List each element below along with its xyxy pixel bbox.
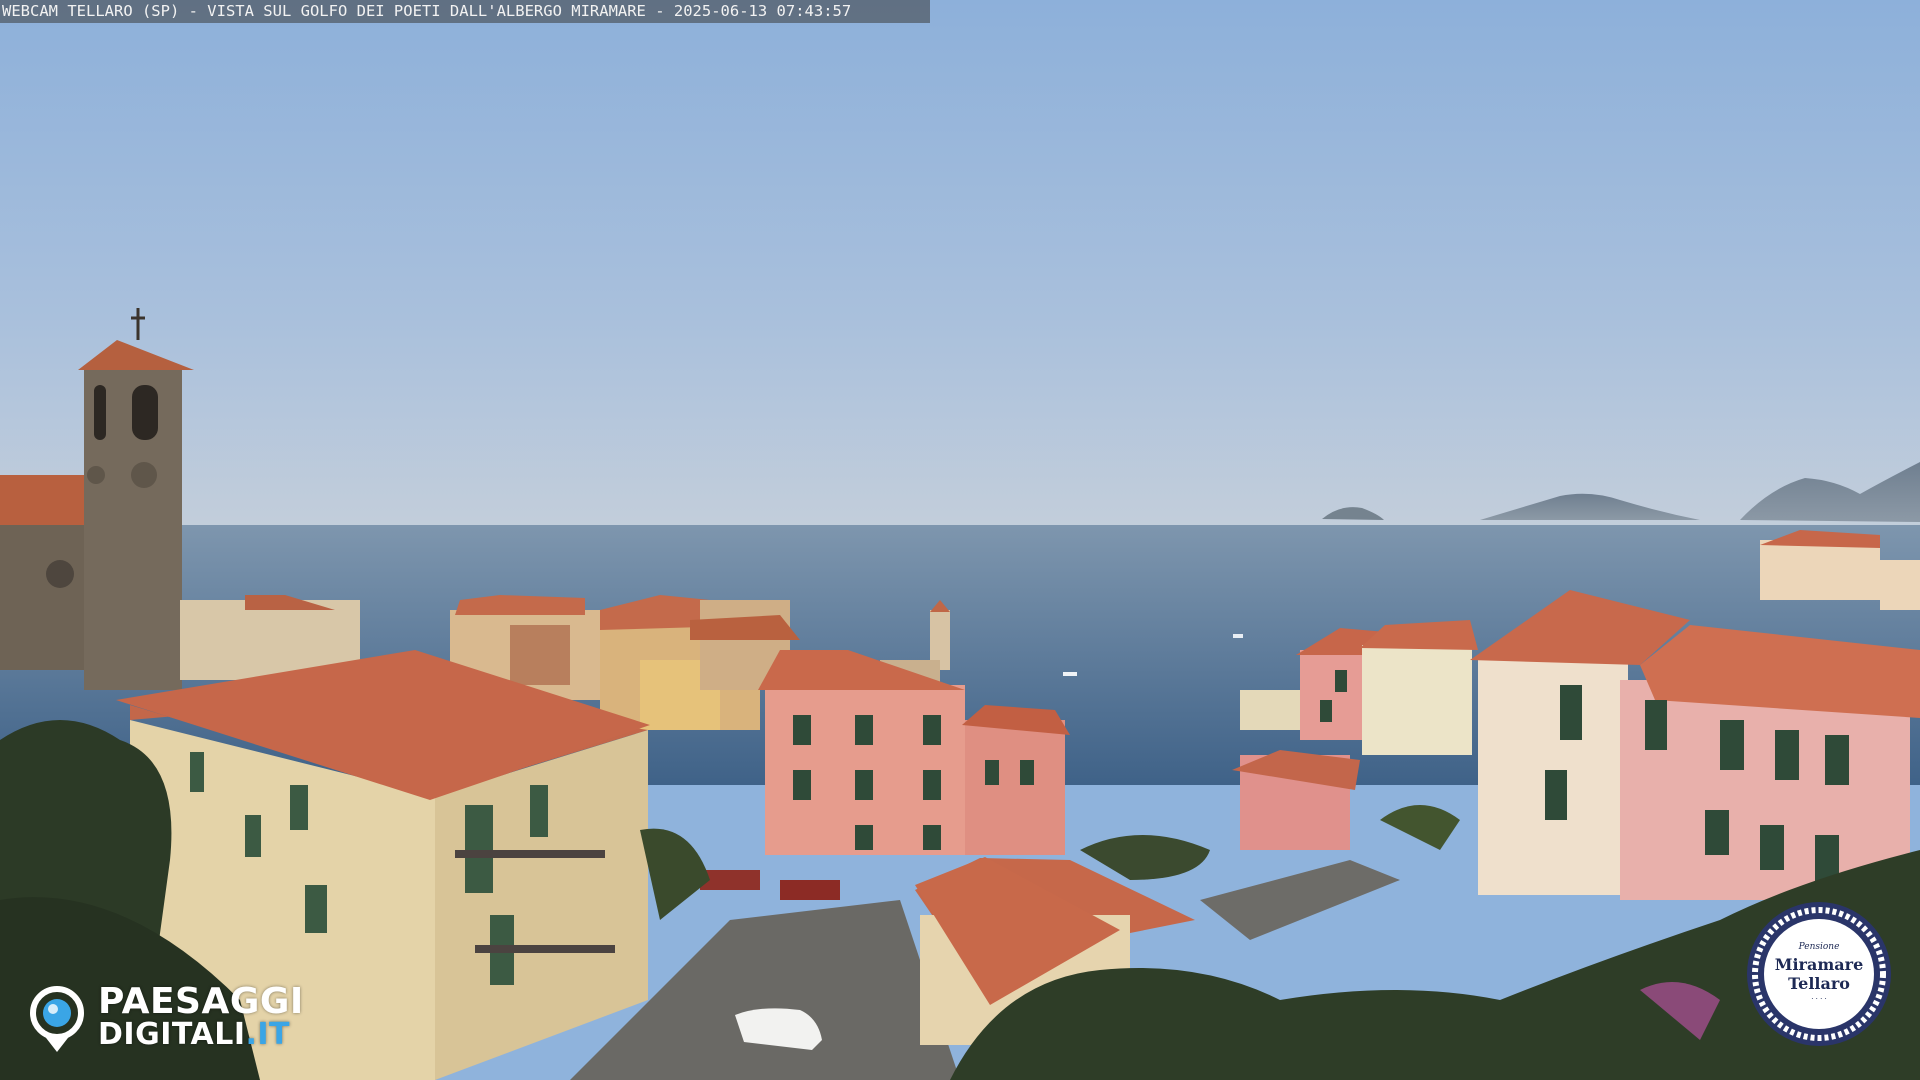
badge-tiny-text: · · · · [1811,995,1827,1003]
logo-tld: .IT [245,1017,291,1052]
miramare-tellaro-badge[interactable]: Pensione Miramare Tellaro · · · · [1745,900,1893,1048]
sky [0,0,1920,530]
badge-line1: Miramare [1774,955,1864,974]
paesaggi-digitali-logo[interactable]: PAESAGGI DIGITALI.IT [28,982,348,1052]
badge-line2: Tellaro [1788,974,1850,993]
badge-small-text: Pensione [1798,942,1840,952]
logo-line2: DIGITALI.IT [98,1018,290,1052]
webcam-title-overlay: WEBCAM TELLARO (SP) - VISTA SUL GOLFO DE… [0,0,930,23]
logo-line1: PAESAGGI [98,981,304,1022]
logo-line2-main: DIGITALI [98,1017,246,1052]
webcam-scene [0,0,1920,1080]
